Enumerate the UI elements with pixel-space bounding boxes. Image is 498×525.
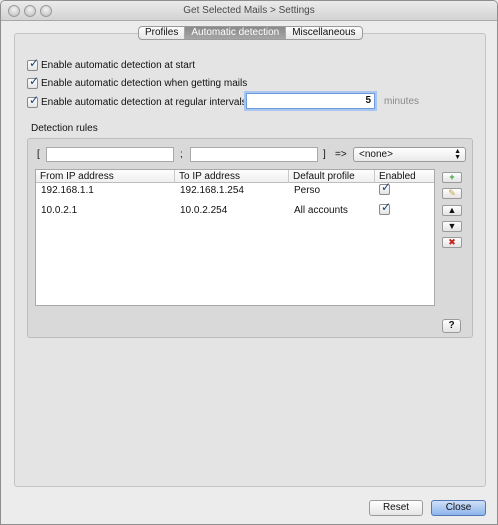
- profile-select[interactable]: <none> ▲ ▼: [353, 147, 466, 162]
- plus-icon: +: [449, 172, 455, 182]
- intervals-checkbox[interactable]: ✓: [27, 92, 40, 108]
- interval-minutes-input[interactable]: 5: [246, 93, 375, 109]
- from-ip-input[interactable]: [46, 147, 174, 162]
- row1-profile: Perso: [294, 185, 321, 196]
- col-to-ip[interactable]: To IP address: [175, 170, 289, 183]
- close-bracket: ]: [323, 149, 326, 160]
- maps-to-arrow: =>: [335, 149, 347, 160]
- select-arrows-icon: ▲ ▼: [454, 148, 461, 161]
- at-start-label: Enable automatic detection at start: [41, 59, 195, 71]
- col-default-profile[interactable]: Default profile: [289, 170, 375, 183]
- arrow-up-icon: ▲: [447, 205, 457, 215]
- pencil-icon: ✎: [448, 188, 456, 198]
- settings-window: Get Selected Mails > Settings Profiles A…: [0, 0, 498, 525]
- row2-from-ip: 10.0.2.1: [41, 205, 78, 216]
- intervals-label: Enable automatic detection at regular in…: [41, 96, 247, 108]
- checkmark-icon: ✓: [381, 180, 392, 194]
- getting-mails-checkbox[interactable]: ✓: [27, 73, 40, 89]
- checkmark-icon: ✓: [381, 200, 392, 214]
- option-at-start[interactable]: ✓ Enable automatic detection at start: [27, 55, 195, 72]
- delete-x-icon: ✖: [448, 237, 456, 247]
- col-from-ip[interactable]: From IP address: [36, 170, 175, 183]
- row2-enabled-checkbox[interactable]: ✓: [379, 200, 392, 215]
- checkmark-icon: ✓: [29, 55, 40, 70]
- checkmark-icon: ✓: [29, 92, 40, 107]
- row2-to-ip: 10.0.2.254: [180, 205, 228, 216]
- arrow-down-icon: ▼: [447, 221, 457, 231]
- title-bar: Get Selected Mails > Settings: [1, 1, 497, 21]
- minutes-unit-label: minutes: [384, 96, 420, 107]
- tab-automatic-detection[interactable]: Automatic detection: [185, 27, 287, 39]
- window-title: Get Selected Mails > Settings: [183, 5, 315, 16]
- row2-profile: All accounts: [294, 205, 348, 216]
- profile-select-value: <none>: [359, 149, 393, 160]
- add-rule-button[interactable]: +: [442, 172, 462, 183]
- getting-mails-label: Enable automatic detection when getting …: [41, 77, 248, 89]
- rules-table-header: From IP address To IP address Default pr…: [36, 170, 434, 183]
- rules-table[interactable]: From IP address To IP address Default pr…: [35, 169, 435, 306]
- tab-miscellaneous[interactable]: Miscellaneous: [286, 27, 361, 39]
- option-intervals[interactable]: ✓ Enable automatic detection at regular …: [27, 92, 247, 109]
- checkmark-icon: ✓: [29, 73, 40, 88]
- row1-to-ip: 192.168.1.254: [180, 185, 244, 196]
- option-getting-mails[interactable]: ✓ Enable automatic detection when gettin…: [27, 73, 248, 90]
- range-separator: ;: [180, 149, 183, 160]
- edit-rule-button[interactable]: ✎: [442, 188, 462, 199]
- close-button[interactable]: Close: [431, 500, 486, 516]
- row1-from-ip: 192.168.1.1: [41, 185, 94, 196]
- tab-bar: Profiles Automatic detection Miscellaneo…: [138, 26, 363, 40]
- to-ip-input[interactable]: [190, 147, 318, 162]
- row1-enabled-checkbox[interactable]: ✓: [379, 180, 392, 195]
- detection-rules-label: Detection rules: [31, 123, 98, 134]
- tab-profiles[interactable]: Profiles: [139, 27, 186, 39]
- at-start-checkbox[interactable]: ✓: [27, 55, 40, 71]
- help-button[interactable]: ?: [442, 319, 461, 333]
- move-up-button[interactable]: ▲: [442, 205, 462, 216]
- move-down-button[interactable]: ▼: [442, 221, 462, 232]
- remove-rule-button[interactable]: ✖: [442, 237, 462, 248]
- open-bracket: [: [37, 149, 40, 160]
- reset-button[interactable]: Reset: [369, 500, 423, 516]
